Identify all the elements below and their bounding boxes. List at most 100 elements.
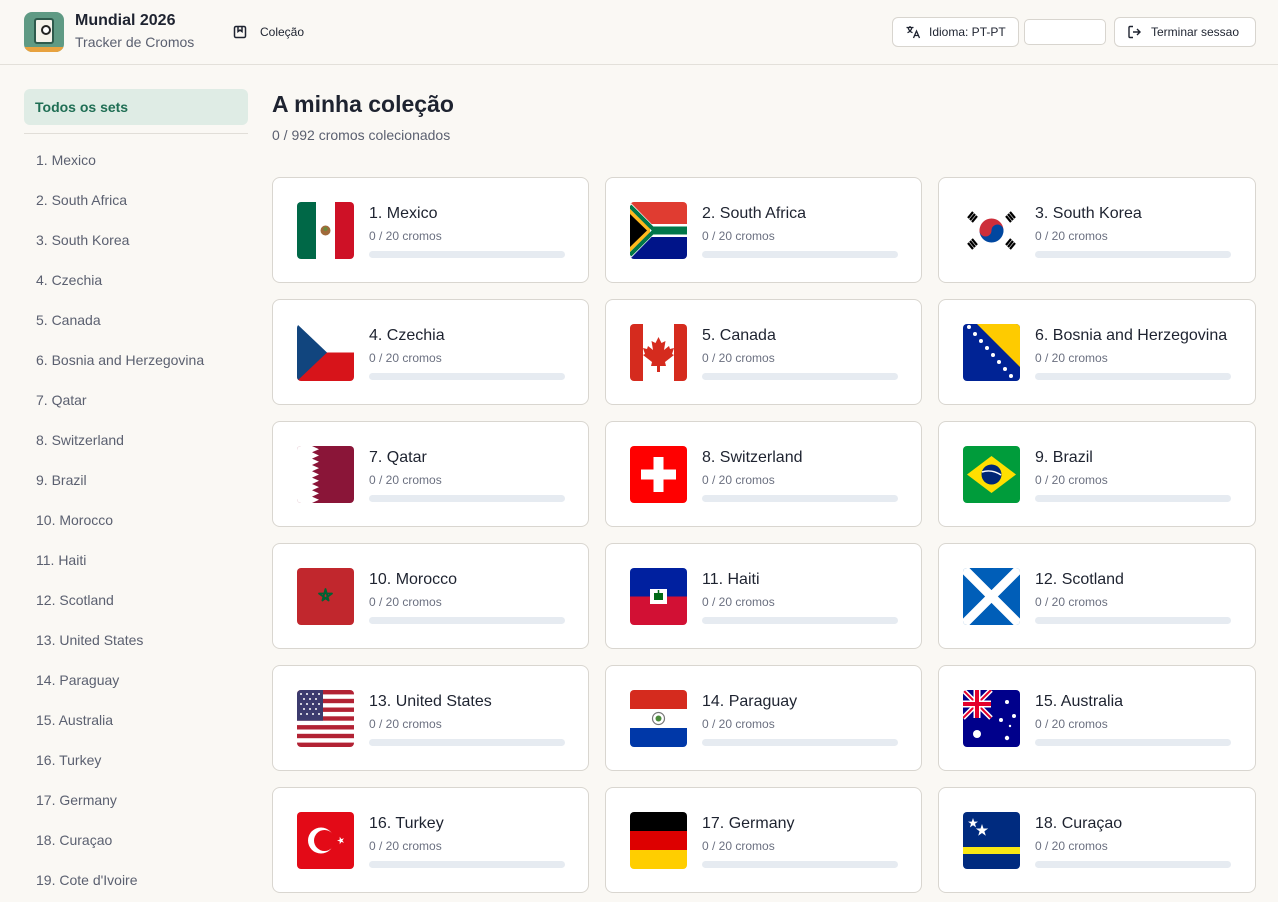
set-name: 7. Qatar [369, 449, 427, 466]
sidebar-divider [24, 133, 248, 134]
sidebar-item-turkey[interactable]: 16. Turkey [24, 740, 248, 780]
logout-icon [1128, 25, 1141, 39]
app-subtitle: Tracker de Cromos [75, 34, 195, 50]
sidebar: Todos os sets 1. Mexico 2. South Africa … [24, 89, 248, 900]
app-logo-icon [24, 12, 64, 52]
set-progress-bar [1035, 373, 1231, 380]
set-card[interactable]: 5. Canada 0 / 20 cromos [605, 299, 922, 405]
sidebar-item-cote-divoire[interactable]: 19. Cote d'Ivoire [24, 860, 248, 900]
set-count: 0 / 20 cromos [369, 351, 442, 365]
set-card[interactable]: 3. South Korea 0 / 20 cromos [938, 177, 1256, 283]
set-card[interactable]: 9. Brazil 0 / 20 cromos [938, 421, 1256, 527]
morocco-flag-icon [297, 568, 354, 625]
sidebar-item-curacao[interactable]: 18. Curaçao [24, 820, 248, 860]
set-name: 6. Bosnia and Herzegovina [1035, 327, 1228, 344]
set-count: 0 / 20 cromos [1035, 229, 1108, 243]
sidebar-item-paraguay[interactable]: 14. Paraguay [24, 660, 248, 700]
set-card[interactable]: 1. Mexico 0 / 20 cromos [272, 177, 589, 283]
set-name: 17. Germany [702, 815, 795, 832]
sidebar-item-south-korea[interactable]: 3. South Korea [24, 220, 248, 260]
set-count: 0 / 20 cromos [369, 595, 442, 609]
sidebar-item-switzerland[interactable]: 8. Switzerland [24, 420, 248, 460]
set-card[interactable]: 17. Germany 0 / 20 cromos [605, 787, 922, 893]
set-count: 0 / 20 cromos [369, 717, 442, 731]
set-card[interactable]: 11. Haiti 0 / 20 cromos [605, 543, 922, 649]
set-card[interactable]: 2. South Africa 0 / 20 cromos [605, 177, 922, 283]
set-progress-bar [1035, 739, 1231, 746]
set-name: 2. South Africa [702, 205, 807, 222]
sidebar-item-qatar[interactable]: 7. Qatar [24, 380, 248, 420]
set-progress-bar [369, 251, 565, 258]
qatar-flag-icon [297, 446, 354, 503]
mexico-flag-icon [297, 202, 354, 259]
sidebar-item-morocco[interactable]: 10. Morocco [24, 500, 248, 540]
set-count: 0 / 20 cromos [369, 839, 442, 853]
set-count: 0 / 20 cromos [702, 717, 775, 731]
curacao-flag-icon [963, 812, 1020, 869]
set-card[interactable]: 14. Paraguay 0 / 20 cromos [605, 665, 922, 771]
app-title: Mundial 2026 [75, 12, 176, 29]
set-name: 8. Switzerland [702, 449, 803, 466]
sidebar-item-brazil[interactable]: 9. Brazil [24, 460, 248, 500]
sidebar-item-scotland[interactable]: 12. Scotland [24, 580, 248, 620]
nav-collection-label: Coleção [260, 25, 305, 39]
set-count: 0 / 20 cromos [1035, 717, 1108, 731]
sidebar-list: 1. Mexico 2. South Africa 3. South Korea… [24, 140, 248, 900]
south-korea-flag-icon [963, 202, 1020, 259]
set-count: 0 / 20 cromos [1035, 351, 1108, 365]
set-count: 0 / 20 cromos [702, 595, 775, 609]
sidebar-item-czechia[interactable]: 4. Czechia [24, 260, 248, 300]
set-progress-bar [1035, 251, 1231, 258]
set-progress-bar [369, 617, 565, 624]
set-name: 15. Australia [1035, 693, 1124, 710]
set-name: 1. Mexico [369, 205, 438, 222]
sidebar-item-united-states[interactable]: 13. United States [24, 620, 248, 660]
sidebar-item-mexico[interactable]: 1. Mexico [24, 140, 248, 180]
nav-collection-link[interactable]: Coleção [232, 22, 304, 42]
usa-flag-icon [297, 690, 354, 747]
set-card[interactable]: 4. Czechia 0 / 20 cromos [272, 299, 589, 405]
set-count: 0 / 20 cromos [1035, 473, 1108, 487]
sidebar-item-bosnia[interactable]: 6. Bosnia and Herzegovina [24, 340, 248, 380]
set-card[interactable]: 10. Morocco 0 / 20 cromos [272, 543, 589, 649]
set-count: 0 / 20 cromos [1035, 839, 1108, 853]
sidebar-item-south-africa[interactable]: 2. South Africa [24, 180, 248, 220]
set-card[interactable]: 8. Switzerland 0 / 20 cromos [605, 421, 922, 527]
set-card[interactable]: 6. Bosnia and Herzegovina 0 / 20 cromos [938, 299, 1256, 405]
set-card[interactable]: 15. Australia 0 / 20 cromos [938, 665, 1256, 771]
set-name: 5. Canada [702, 327, 776, 344]
set-name: 18. Curaçao [1035, 815, 1123, 832]
set-progress-bar [702, 617, 898, 624]
set-card[interactable]: 18. Curaçao 0 / 20 cromos [938, 787, 1256, 893]
set-card[interactable]: 7. Qatar 0 / 20 cromos [272, 421, 589, 527]
set-progress-bar [1035, 861, 1231, 868]
bookmark-icon [233, 25, 247, 39]
sidebar-item-all-sets[interactable]: Todos os sets [24, 89, 248, 125]
sidebar-item-germany[interactable]: 17. Germany [24, 780, 248, 820]
translate-icon [906, 26, 921, 39]
set-progress-bar [369, 495, 565, 502]
set-progress-bar [702, 739, 898, 746]
set-card[interactable]: 13. United States 0 / 20 cromos [272, 665, 589, 771]
set-count: 0 / 20 cromos [702, 839, 775, 853]
sidebar-item-haiti[interactable]: 11. Haiti [24, 540, 248, 580]
logout-button[interactable]: Terminar sessao [1114, 17, 1256, 47]
set-card[interactable]: 16. Turkey 0 / 20 cromos [272, 787, 589, 893]
set-progress-bar [702, 251, 898, 258]
set-progress-bar [1035, 495, 1231, 502]
sidebar-item-australia[interactable]: 15. Australia [24, 700, 248, 740]
set-progress-bar [369, 373, 565, 380]
canada-flag-icon [630, 324, 687, 381]
set-name: 9. Brazil [1035, 449, 1093, 466]
set-card[interactable]: 12. Scotland 0 / 20 cromos [938, 543, 1256, 649]
language-input[interactable] [1024, 19, 1106, 45]
language-button[interactable]: Idioma: PT-PT [892, 17, 1019, 47]
set-progress-bar [702, 861, 898, 868]
australia-flag-icon [963, 690, 1020, 747]
scotland-flag-icon [963, 568, 1020, 625]
sidebar-item-canada[interactable]: 5. Canada [24, 300, 248, 340]
collection-summary: 0 / 992 cromos colecionados [272, 127, 451, 143]
page-title: A minha coleção [272, 91, 454, 117]
set-count: 0 / 20 cromos [1035, 595, 1108, 609]
set-name: 4. Czechia [369, 327, 445, 344]
